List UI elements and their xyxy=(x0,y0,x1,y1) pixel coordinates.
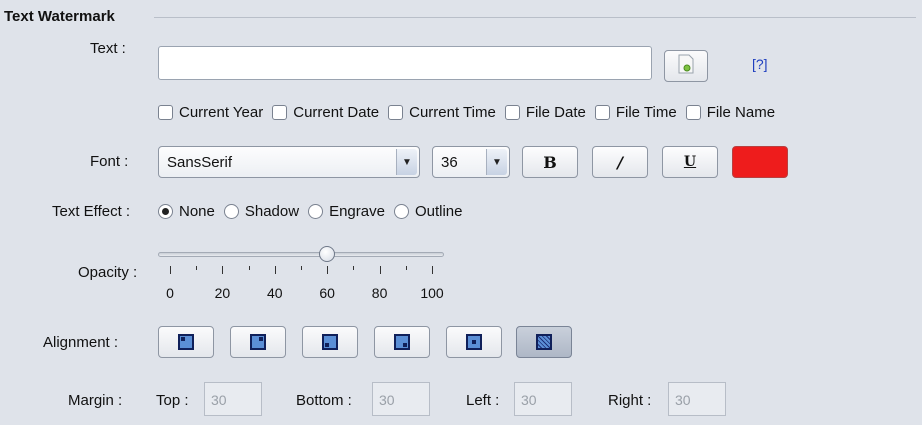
opacity-tick xyxy=(353,266,355,270)
align-center-button[interactable] xyxy=(446,326,502,358)
text-label: Text : xyxy=(90,40,126,57)
margin-bottom-input[interactable]: 30 xyxy=(372,382,430,416)
opacity-tick xyxy=(405,266,407,270)
font-color-button[interactable] xyxy=(732,146,788,178)
radio-outline[interactable]: Outline xyxy=(393,203,463,220)
checkbox-box[interactable] xyxy=(388,105,404,120)
opacity-tick xyxy=(379,266,381,274)
alignment-label: Alignment : xyxy=(43,334,119,351)
align-tile-button[interactable] xyxy=(516,326,572,358)
align-top-left-button[interactable] xyxy=(158,326,214,358)
dropdown-arrow-icon[interactable]: ▼ xyxy=(396,149,417,175)
radio-button[interactable] xyxy=(223,204,239,219)
margin-left-label: Left : xyxy=(466,392,500,409)
opacity-label: Opacity : xyxy=(78,264,138,281)
opacity-tick-label: 20 xyxy=(214,285,231,301)
italic-button[interactable]: / xyxy=(592,146,648,178)
insert-image-button[interactable] xyxy=(664,50,708,82)
font-family-value: SansSerif xyxy=(167,153,233,171)
checkbox-file-time[interactable]: File Time xyxy=(594,104,677,121)
checkbox-label: File Name xyxy=(706,104,776,121)
checkbox-box[interactable] xyxy=(504,105,520,120)
help-link[interactable]: [?] xyxy=(752,56,768,72)
font-label: Font : xyxy=(90,153,129,170)
opacity-tick-label: 80 xyxy=(371,285,388,301)
checkbox-label: Current Year xyxy=(179,104,264,121)
checkbox-file-name[interactable]: File Name xyxy=(685,104,776,121)
radio-label: Outline xyxy=(414,203,463,220)
margin-right-input[interactable]: 30 xyxy=(668,382,726,416)
text-effect-options: None Shadow Engrave Outline xyxy=(158,203,471,220)
group-divider xyxy=(154,17,916,18)
checkbox-current-date[interactable]: Current Date xyxy=(272,104,379,121)
align-tile-icon xyxy=(536,334,552,350)
opacity-tick xyxy=(170,266,171,274)
margin-label: Margin : xyxy=(68,392,123,409)
font-family-select[interactable]: SansSerif ▼ xyxy=(158,146,420,178)
underline-button[interactable]: U xyxy=(662,146,718,178)
radio-label: Shadow xyxy=(244,203,300,220)
opacity-tick-label: 100 xyxy=(420,285,444,301)
align-bottom-right-button[interactable] xyxy=(374,326,430,358)
font-size-value: 36 xyxy=(441,153,458,171)
margin-left-input[interactable]: 30 xyxy=(514,382,572,416)
radio-engrave[interactable]: Engrave xyxy=(308,203,385,220)
margin-right-label: Right : xyxy=(608,392,652,409)
radio-label: None xyxy=(179,203,215,220)
group-title: Text Watermark xyxy=(4,8,115,25)
opacity-slider-thumb[interactable] xyxy=(319,246,336,262)
align-top-right-button[interactable] xyxy=(230,326,286,358)
bold-button[interactable]: B xyxy=(522,146,578,178)
radio-button[interactable] xyxy=(393,204,409,219)
dropdown-arrow-icon[interactable]: ▼ xyxy=(486,149,507,175)
align-top-left-icon xyxy=(178,334,194,350)
opacity-slider-track[interactable] xyxy=(158,252,444,257)
watermark-text-input[interactable] xyxy=(158,46,652,80)
opacity-tick xyxy=(196,266,198,270)
opacity-tick xyxy=(432,266,433,274)
checkbox-label: Current Time xyxy=(409,104,496,121)
checkbox-file-date[interactable]: File Date xyxy=(504,104,586,121)
opacity-tick-label: 0 xyxy=(166,285,174,301)
opacity-tick xyxy=(327,266,329,274)
margin-bottom-label: Bottom : xyxy=(296,392,352,409)
margin-top-label: Top : xyxy=(156,392,189,409)
checkbox-current-year[interactable]: Current Year xyxy=(158,104,263,121)
picture-icon xyxy=(677,54,695,78)
align-center-icon xyxy=(466,334,482,350)
radio-none[interactable]: None xyxy=(158,203,215,220)
margin-top-input[interactable]: 30 xyxy=(204,382,262,416)
opacity-tick xyxy=(274,266,276,274)
checkbox-box[interactable] xyxy=(158,105,173,120)
opacity-tick-label: 60 xyxy=(319,285,335,301)
radio-label: Engrave xyxy=(329,203,385,220)
checkbox-box[interactable] xyxy=(685,105,701,120)
opacity-tick xyxy=(301,266,302,270)
checkbox-label: Current Date xyxy=(293,104,380,121)
align-bottom-left-button[interactable] xyxy=(302,326,358,358)
align-top-right-icon xyxy=(250,334,266,350)
opacity-tick xyxy=(222,266,224,274)
radio-button[interactable] xyxy=(158,204,173,219)
align-bottom-right-icon xyxy=(394,334,410,350)
align-bottom-left-icon xyxy=(322,334,338,350)
radio-button[interactable] xyxy=(308,204,324,219)
font-size-select[interactable]: 36 ▼ xyxy=(432,146,510,178)
radio-shadow[interactable]: Shadow xyxy=(223,203,300,220)
checkbox-box[interactable] xyxy=(272,105,288,120)
checkbox-label: File Time xyxy=(615,104,677,121)
checkbox-box[interactable] xyxy=(594,105,610,120)
checkbox-label: File Date xyxy=(525,104,586,121)
opacity-tick xyxy=(248,266,250,270)
text-effect-label: Text Effect : xyxy=(52,203,131,220)
checkbox-current-time[interactable]: Current Time xyxy=(388,104,496,121)
opacity-tick-label: 40 xyxy=(267,285,283,301)
date-field-checkboxes: Current Year Current Date Current Time F… xyxy=(158,104,775,121)
